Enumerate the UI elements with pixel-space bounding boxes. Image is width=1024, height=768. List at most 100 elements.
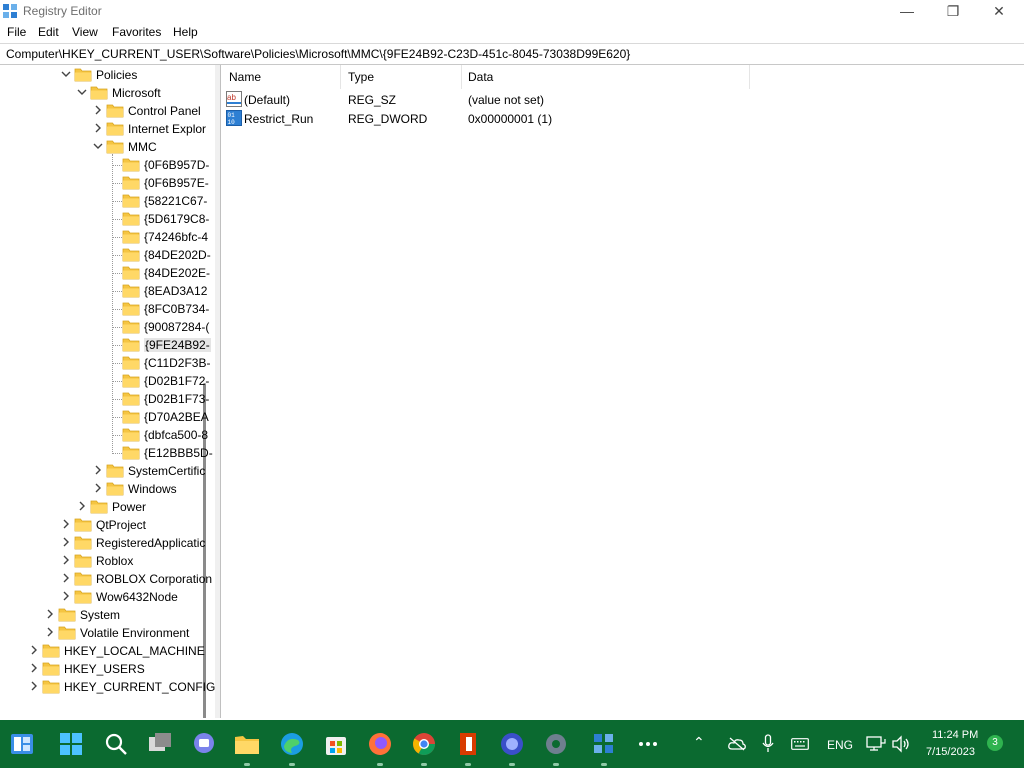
tree-node[interactable]: HKEY_LOCAL_MACHINE: [28, 642, 215, 660]
clock-time[interactable]: 11:24 PM: [932, 729, 978, 741]
chevron-right-icon[interactable]: [28, 662, 40, 674]
keyboard-icon[interactable]: [791, 738, 809, 750]
firefox-icon[interactable]: [364, 728, 396, 760]
chevron-right-icon[interactable]: [44, 626, 56, 638]
chevron-right-icon[interactable]: [60, 536, 72, 548]
address-bar[interactable]: Computer\HKEY_CURRENT_USER\Software\Poli…: [0, 43, 1024, 65]
volume-icon[interactable]: [891, 735, 911, 753]
chevron-right-icon[interactable]: [92, 122, 104, 134]
menu-view[interactable]: View: [72, 25, 98, 39]
chevron-right-icon[interactable]: [28, 680, 40, 692]
show-hidden-icons-chevron-icon[interactable]: ⌃: [693, 734, 705, 751]
folder-icon: [122, 302, 140, 316]
tree-node-label: {5D6179C8-: [144, 212, 210, 226]
clock-date[interactable]: 7/15/2023: [926, 746, 975, 758]
chevron-right-icon[interactable]: [92, 464, 104, 476]
column-header-name[interactable]: Name: [229, 70, 261, 84]
chevron-right-icon[interactable]: [28, 644, 40, 656]
tree-node[interactable]: {E12BBB5D-: [108, 444, 215, 462]
chat-icon[interactable]: [188, 728, 220, 760]
tree-node[interactable]: SystemCertific: [92, 462, 215, 480]
chevron-right-icon[interactable]: [60, 554, 72, 566]
store-icon[interactable]: [320, 728, 352, 760]
menu-favorites[interactable]: Favorites: [112, 25, 161, 39]
tree-node[interactable]: Roblox: [60, 552, 215, 570]
network-icon[interactable]: [866, 735, 886, 753]
close-button[interactable]: ✕: [976, 0, 1022, 22]
tree-node[interactable]: {84DE202E-: [108, 264, 215, 282]
notification-badge[interactable]: 3: [987, 735, 1003, 751]
value-row[interactable]: 01 10 Restrict_Run REG_DWORD 0x00000001 …: [221, 109, 821, 128]
tree-node[interactable]: Microsoft: [76, 84, 215, 102]
tree-node[interactable]: Wow6432Node: [60, 588, 215, 606]
values-list-pane[interactable]: Name Type Data ab (Default) REG_SZ (valu…: [221, 65, 1024, 718]
column-divider[interactable]: [461, 65, 462, 89]
tree-node[interactable]: Power: [76, 498, 215, 516]
registry-editor-icon[interactable]: [588, 728, 620, 760]
tree-node[interactable]: {84DE202D-: [108, 246, 215, 264]
tree-node-selected[interactable]: {9FE24B92-: [108, 336, 215, 354]
chevron-right-icon[interactable]: [92, 482, 104, 494]
key-tree-pane[interactable]: Policies Microsoft Control Panel Internet E…: [0, 65, 216, 718]
chevron-right-icon[interactable]: [60, 572, 72, 584]
column-header-data[interactable]: Data: [468, 70, 493, 84]
menu-help[interactable]: Help: [173, 25, 198, 39]
tree-node[interactable]: {0F6B957E-: [108, 174, 215, 192]
tree-node[interactable]: Policies: [60, 66, 215, 84]
maximize-button[interactable]: ❐: [930, 0, 976, 22]
onedrive-icon[interactable]: [728, 737, 746, 751]
more-icon[interactable]: [632, 728, 664, 760]
tree-node[interactable]: System: [44, 606, 215, 624]
tree-node[interactable]: Control Panel: [92, 102, 215, 120]
tree-node[interactable]: Volatile Environment: [44, 624, 215, 642]
tree-node[interactable]: {90087284-(: [108, 318, 215, 336]
microphone-icon[interactable]: [762, 734, 774, 754]
network-app-icon[interactable]: [496, 728, 528, 760]
tree-node[interactable]: {58221C67-: [108, 192, 215, 210]
tree-node[interactable]: {74246bfc-4: [108, 228, 215, 246]
tree-node[interactable]: {D02B1F72-: [108, 372, 215, 390]
chevron-down-icon[interactable]: [60, 68, 72, 80]
office-icon[interactable]: [452, 728, 484, 760]
menu-file[interactable]: File: [7, 25, 26, 39]
tree-node[interactable]: {0F6B957D-: [108, 156, 215, 174]
tree-node[interactable]: MMC: [92, 138, 215, 156]
column-divider[interactable]: [749, 65, 750, 89]
tree-node[interactable]: {8EAD3A12: [108, 282, 215, 300]
tree-node[interactable]: QtProject: [60, 516, 215, 534]
column-divider[interactable]: [340, 65, 341, 89]
task-view-icon[interactable]: [144, 728, 176, 760]
chevron-right-icon[interactable]: [76, 500, 88, 512]
tree-node[interactable]: HKEY_CURRENT_CONFIG: [28, 678, 215, 696]
minimize-button[interactable]: —: [884, 0, 930, 22]
edge-icon[interactable]: [276, 728, 308, 760]
chevron-right-icon[interactable]: [44, 608, 56, 620]
menu-edit[interactable]: Edit: [38, 25, 59, 39]
chevron-right-icon[interactable]: [92, 104, 104, 116]
tree-node[interactable]: ROBLOX Corporation: [60, 570, 215, 588]
tree-node[interactable]: {dbfca500-8: [108, 426, 215, 444]
chevron-right-icon[interactable]: [60, 590, 72, 602]
tree-node[interactable]: Windows: [92, 480, 215, 498]
file-explorer-icon[interactable]: [231, 728, 263, 760]
language-indicator[interactable]: ENG: [827, 738, 853, 752]
chevron-down-icon[interactable]: [76, 86, 88, 98]
widgets-icon[interactable]: [6, 728, 38, 760]
tree-node[interactable]: RegisteredApplicatic: [60, 534, 215, 552]
tree-node[interactable]: HKEY_USERS: [28, 660, 215, 678]
address-path[interactable]: Computer\HKEY_CURRENT_USER\Software\Poli…: [6, 47, 630, 61]
tree-node[interactable]: Internet Explor: [92, 120, 215, 138]
search-icon[interactable]: [100, 728, 132, 760]
value-row[interactable]: ab (Default) REG_SZ (value not set): [221, 90, 821, 109]
tree-node[interactable]: {5D6179C8-: [108, 210, 215, 228]
chevron-right-icon[interactable]: [60, 518, 72, 530]
tree-node[interactable]: {D70A2BEA: [108, 408, 215, 426]
column-header-type[interactable]: Type: [348, 70, 374, 84]
chevron-down-icon[interactable]: [92, 140, 104, 152]
settings-icon[interactable]: [540, 728, 572, 760]
chrome-icon[interactable]: [408, 728, 440, 760]
start-icon[interactable]: [55, 728, 87, 760]
tree-node[interactable]: {8FC0B734-: [108, 300, 215, 318]
tree-node[interactable]: {C11D2F3B-: [108, 354, 215, 372]
tree-node[interactable]: {D02B1F73-: [108, 390, 215, 408]
